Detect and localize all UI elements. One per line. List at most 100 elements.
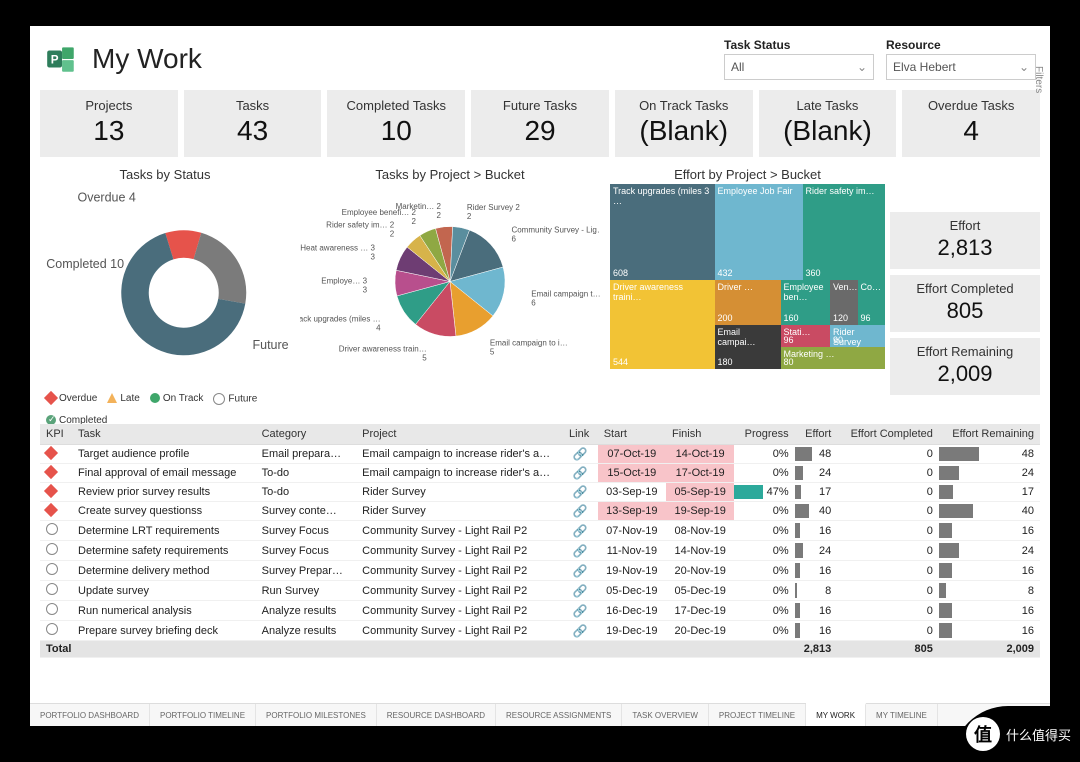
treemap-cell[interactable]: Email campai…180 [715,325,781,369]
treemap-cell[interactable]: Driver …200 [715,280,781,324]
link-icon[interactable]: 🔗 [563,581,598,601]
kpi-label: Late Tasks [763,98,893,113]
effort-treemap-chart[interactable]: Track upgrades (miles 3 …608Employee Job… [610,184,885,369]
kpi-card[interactable]: Future Tasks 29 [471,90,609,157]
effort-card[interactable]: Effort Completed805 [890,275,1040,332]
table-row[interactable]: Determine delivery methodSurvey Prepar…C… [40,561,1040,581]
column-header[interactable]: Project [356,424,563,445]
sheet-tab[interactable]: RESOURCE ASSIGNMENTS [496,704,622,726]
column-header[interactable]: Category [256,424,357,445]
link-icon[interactable]: 🔗 [563,541,598,561]
link-icon[interactable]: 🔗 [563,502,598,521]
link-icon[interactable]: 🔗 [563,521,598,541]
start-date: 19-Nov-19 [598,561,666,581]
kpi-card[interactable]: Late Tasks(Blank) [759,90,897,157]
svg-text:Employe… 3: Employe… 3 [321,277,367,286]
link-icon[interactable]: 🔗 [563,561,598,581]
table-row[interactable]: Update surveyRun SurveyCommunity Survey … [40,581,1040,601]
treemap-cell[interactable]: Co…96 [858,280,886,324]
progress: 0% [734,621,794,641]
kpi-label: Tasks [188,98,318,113]
sheet-tab[interactable]: TASK OVERVIEW [622,704,709,726]
legend-item[interactable]: Late [107,393,139,405]
table-row[interactable]: Create survey questionssSurvey conte…Rid… [40,502,1040,521]
effort-completed: 0 [837,581,939,601]
link-icon[interactable]: 🔗 [563,483,598,502]
kpi-value: 29 [475,115,605,147]
legend-item[interactable]: Future [213,393,257,405]
legend-item[interactable]: Overdue [46,393,97,405]
treemap-cell[interactable]: Driver awareness traini…544 [610,280,715,369]
kpi-value: 10 [331,115,461,147]
treemap-cell[interactable]: Stati…96 [781,325,831,347]
column-header[interactable]: Effort Remaining [939,424,1040,445]
filters-panel-toggle[interactable]: Filters [1033,66,1044,93]
sheet-tab[interactable]: MY TIMELINE [866,704,938,726]
treemap-cell[interactable]: Employee Job Fair432 [715,184,803,280]
task-name: Run numerical analysis [72,601,256,621]
category: Analyze results [256,621,357,641]
effort: 24 [795,541,838,561]
kpi-card[interactable]: On Track Tasks(Blank) [615,90,753,157]
effort-remaining: 16 [939,601,1040,621]
resource-dropdown[interactable]: Elva Hebert [886,54,1036,80]
effort-card-value: 805 [894,298,1036,324]
effort-completed: 0 [837,445,939,464]
task-status-dropdown[interactable]: All [724,54,874,80]
kpi-icon [40,541,72,561]
treemap-cell[interactable]: Rider Survey90 [830,325,885,347]
column-header[interactable]: Finish [666,424,734,445]
project: Email campaign to increase rider's aware… [356,464,563,483]
tasks-by-status-chart[interactable]: Overdue 4Completed 10Future 29 [40,184,290,389]
table-row[interactable]: Review prior survey resultsTo-doRider Su… [40,483,1040,502]
kpi-card[interactable]: Tasks43 [184,90,322,157]
table-row[interactable]: Determine LRT requirementsSurvey FocusCo… [40,521,1040,541]
kpi-icon [40,445,72,464]
column-header[interactable]: Effort [795,424,838,445]
table-row[interactable]: Prepare survey briefing deckAnalyze resu… [40,621,1040,641]
link-icon[interactable]: 🔗 [563,601,598,621]
link-icon[interactable]: 🔗 [563,445,598,464]
treemap-cell[interactable]: Marketing …80 [781,347,886,369]
table-row[interactable]: Determine safety requirementsSurvey Focu… [40,541,1040,561]
effort-remaining: 48 [939,445,1040,464]
treemap-cell[interactable]: Employee ben…160 [781,280,831,324]
sheet-tab[interactable]: PORTFOLIO MILESTONES [256,704,377,726]
effort-remaining: 24 [939,464,1040,483]
treemap-cell[interactable]: Ven…120 [830,280,858,324]
tasks-by-project-chart[interactable]: Community Survey - Lig…6Email campaign t… [300,184,600,369]
link-icon[interactable]: 🔗 [563,464,598,483]
sheet-tab[interactable]: PROJECT TIMELINE [709,704,806,726]
progress: 0% [734,581,794,601]
table-row[interactable]: Target audience profileEmail prepara…Ema… [40,445,1040,464]
kpi-card[interactable]: Overdue Tasks4 [902,90,1040,157]
column-header[interactable]: KPI [40,424,72,445]
treemap-cell[interactable]: Track upgrades (miles 3 …608 [610,184,715,280]
column-header[interactable]: Progress [734,424,794,445]
task-table[interactable]: KPITaskCategoryProjectLinkStartFinishPro… [40,424,1040,700]
sheet-tab[interactable]: PORTFOLIO TIMELINE [150,704,256,726]
kpi-label: Future Tasks [475,98,605,113]
sheet-tab[interactable]: MY WORK [806,703,866,726]
column-header[interactable]: Start [598,424,666,445]
kpi-card[interactable]: Projects13 [40,90,178,157]
column-header[interactable]: Link [563,424,598,445]
tasks-by-project-panel: Tasks by Project > Bucket Community Surv… [300,163,600,369]
column-header[interactable]: Effort Completed [837,424,939,445]
svg-text:Future 29: Future 29 [253,338,291,352]
progress: 0% [734,601,794,621]
effort-card[interactable]: Effort Remaining2,009 [890,338,1040,395]
sheet-tab[interactable]: PORTFOLIO DASHBOARD [30,704,150,726]
table-row[interactable]: Run numerical analysisAnalyze resultsCom… [40,601,1040,621]
category: Survey conte… [256,502,357,521]
table-row[interactable]: Final approval of email messageTo-doEmai… [40,464,1040,483]
sheet-tab[interactable]: RESOURCE DASHBOARD [377,704,496,726]
link-icon[interactable]: 🔗 [563,621,598,641]
treemap-cell[interactable]: Rider safety im…360 [803,184,886,280]
effort-card[interactable]: Effort2,813 [890,212,1040,269]
legend-item[interactable]: On Track [150,393,204,405]
svg-text:4: 4 [376,324,381,333]
column-header[interactable]: Task [72,424,256,445]
kpi-card[interactable]: Completed Tasks10 [327,90,465,157]
task-name: Determine delivery method [72,561,256,581]
